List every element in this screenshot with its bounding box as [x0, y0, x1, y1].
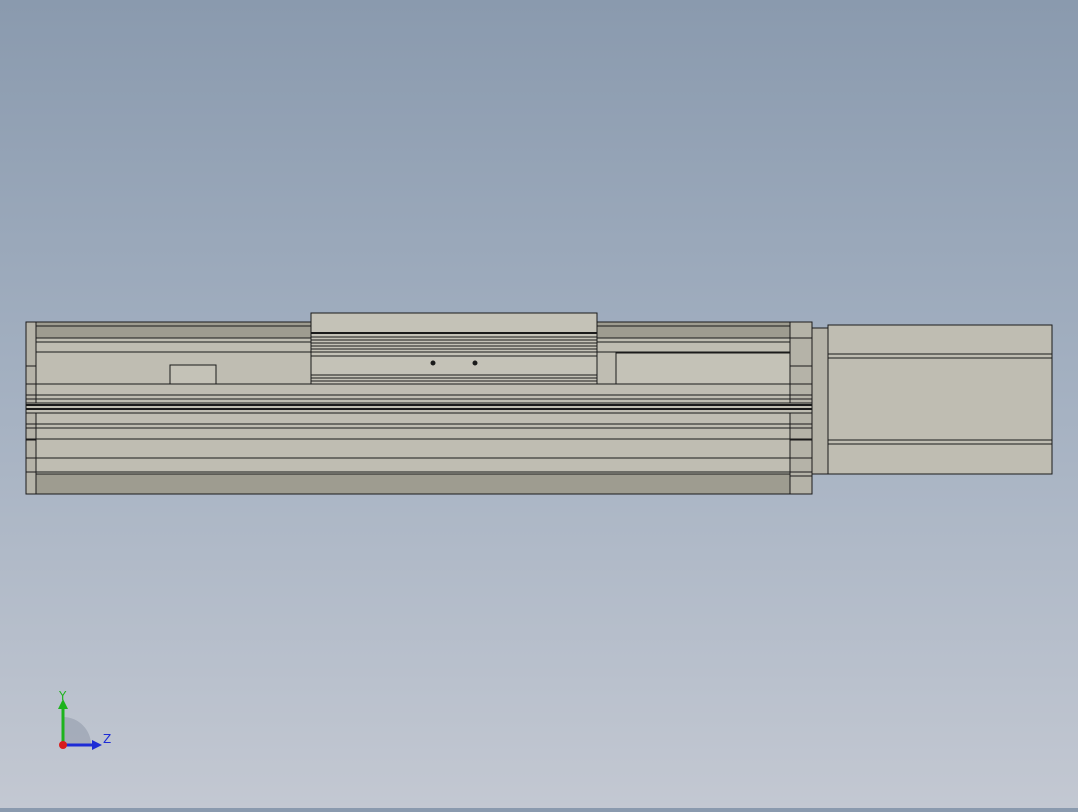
triad-quarter-arc — [63, 717, 91, 745]
bottom-base — [35, 473, 791, 495]
linear-actuator-model[interactable] — [0, 0, 1078, 808]
inner-block — [615, 352, 791, 385]
motor — [827, 324, 1053, 475]
x-axis-dot — [59, 741, 67, 749]
motor-adapter — [811, 327, 829, 475]
y-axis-label: Y — [58, 689, 67, 703]
z-axis-label: Z — [103, 732, 111, 746]
carriage-hole-left — [430, 360, 436, 366]
carriage-hole-right — [472, 360, 478, 366]
sensor-block — [169, 364, 217, 385]
view-orientation-triad: Y Z — [50, 685, 120, 760]
graphics-viewport[interactable]: Y Z — [0, 0, 1078, 808]
